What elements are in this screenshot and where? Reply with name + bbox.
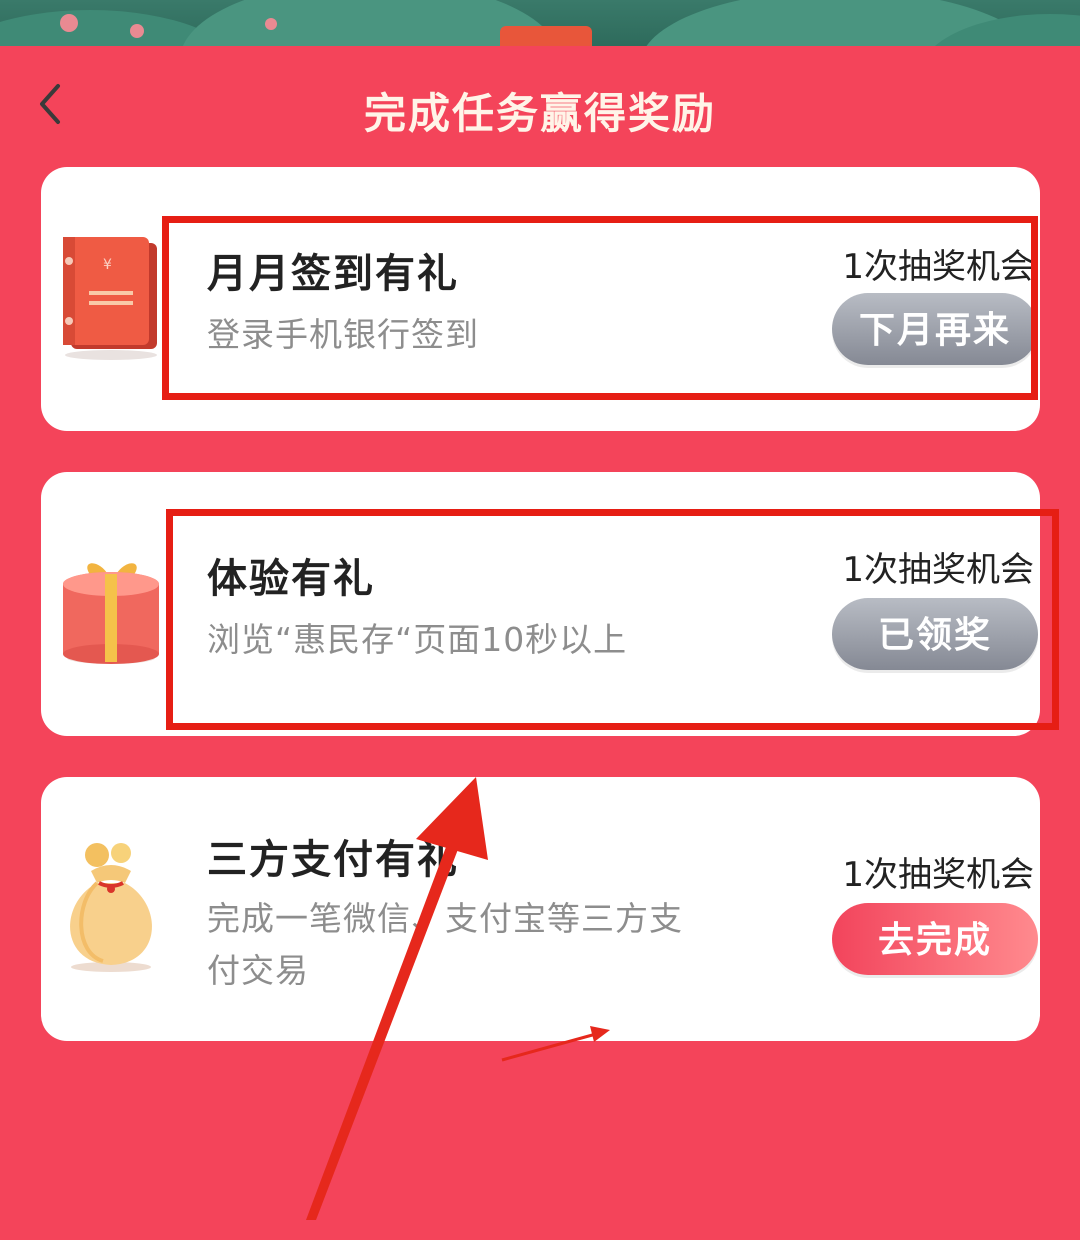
task-description: 完成一笔微信、支付宝等三方支付交易 [207,899,683,990]
go-complete-button[interactable]: 去完成 [832,903,1038,975]
highlight-box [166,509,1059,730]
top-banner [0,0,1080,46]
red-book-icon: ¥ [55,231,167,361]
blossom-decoration [265,18,277,30]
blossom-decoration [130,24,144,38]
gift-box-icon [55,554,167,684]
highlight-box [162,216,1038,400]
blossom-decoration [60,14,78,32]
svg-text:¥: ¥ [103,257,112,273]
page-title: 完成任务赢得奖励 [363,89,716,138]
reward-text: 1次抽奖机会 [842,855,1034,895]
money-bag-icon [55,833,167,972]
task-card: 三方支付有礼 完成一笔微信、支付宝等三方支付交易 1次抽奖机会 去完成 [41,777,1040,1041]
page-header: 完成任务赢得奖励 [0,46,1080,166]
task-title: 三方支付有礼 [207,837,459,883]
banner-tab [500,26,592,46]
